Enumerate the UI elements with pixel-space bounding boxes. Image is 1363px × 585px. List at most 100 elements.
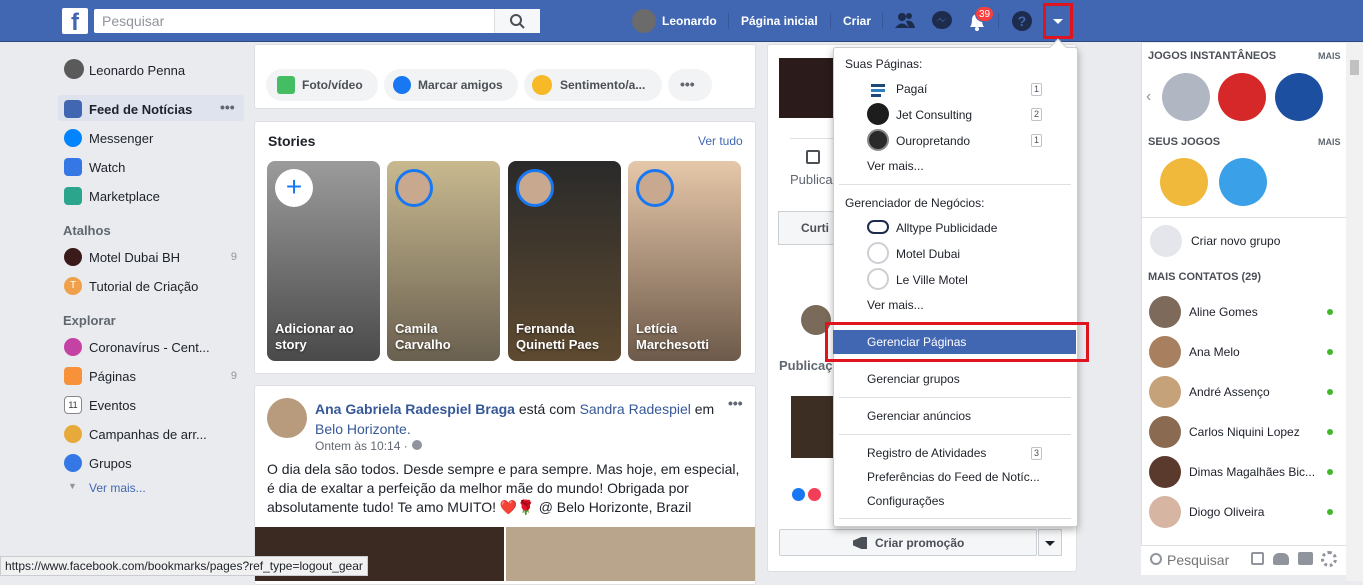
- page-item-ouropretando[interactable]: Ouropretando: [896, 134, 970, 148]
- create-link[interactable]: Criar: [843, 0, 871, 42]
- publication-thumbnail[interactable]: [791, 396, 833, 458]
- scrollbar-thumb[interactable]: [1350, 60, 1359, 75]
- sidebar-item-pages[interactable]: Páginas 9: [60, 362, 245, 388]
- manage-ads-item[interactable]: Gerenciar anúncios: [867, 409, 971, 423]
- instant-games-more-link[interactable]: MAIS: [1318, 51, 1341, 61]
- sidebar-item-count: 9: [230, 370, 237, 382]
- create-group-link[interactable]: Criar novo grupo: [1191, 234, 1280, 248]
- page-notification-count: 1: [1031, 134, 1042, 147]
- audience-friends-icon[interactable]: [412, 440, 422, 450]
- sidebar-item-coronavirus[interactable]: Coronavírus - Cent...: [60, 333, 245, 359]
- megaphone-icon: [853, 537, 867, 549]
- pages-see-more-link[interactable]: Ver mais...: [867, 159, 924, 173]
- business-item-le-ville[interactable]: Le Ville Motel: [896, 273, 968, 287]
- settings-item[interactable]: Configurações: [867, 494, 944, 508]
- user-avatar[interactable]: [632, 9, 656, 33]
- post-place-link[interactable]: Belo Horizonte.: [315, 421, 411, 437]
- post-author-avatar[interactable]: [267, 398, 307, 438]
- like-button[interactable]: Curti: [778, 211, 838, 245]
- gear-icon[interactable]: [1321, 551, 1337, 567]
- photo-video-button[interactable]: Foto/vídeo: [266, 69, 378, 101]
- pool-game-icon[interactable]: [1275, 73, 1323, 121]
- feeling-activity-button[interactable]: Sentimento/a...: [524, 69, 662, 101]
- create-promotion-button[interactable]: Criar promoção: [779, 529, 1037, 556]
- contact-item[interactable]: Diogo Oliveira: [1141, 492, 1346, 532]
- chat-search-input[interactable]: [1167, 550, 1247, 570]
- sidebar-item-label: Tutorial de Criação: [89, 279, 199, 294]
- story-name: Fernanda Quinetti Paes: [516, 321, 600, 352]
- contact-item[interactable]: André Assenço: [1141, 372, 1346, 412]
- composer-more-button[interactable]: •••: [668, 69, 712, 101]
- manage-pages-item[interactable]: Gerenciar Páginas: [867, 335, 966, 349]
- profile-link[interactable]: Leonardo: [662, 0, 717, 42]
- see-all-stories-link[interactable]: Ver tudo: [698, 134, 743, 148]
- story-card[interactable]: Letícia Marchesotti: [628, 161, 741, 361]
- home-link[interactable]: Página inicial: [741, 0, 818, 42]
- sidebar-item-motel-dubai[interactable]: Motel Dubai BH 9: [60, 243, 245, 269]
- new-group-icon[interactable]: [1273, 553, 1289, 565]
- story-card[interactable]: Fernanda Quinetti Paes: [508, 161, 621, 361]
- online-status-dot: [1327, 469, 1333, 475]
- activity-log-item[interactable]: Registro de Atividades: [867, 446, 986, 460]
- post-author-link[interactable]: Ana Gabriela Radespiel Braga: [315, 401, 515, 417]
- sidebar-item-marketplace[interactable]: Marketplace: [60, 182, 245, 208]
- contact-item[interactable]: Aline Gomes: [1141, 292, 1346, 332]
- post-friend-link[interactable]: Sandra Radespiel: [580, 401, 691, 417]
- new-message-icon[interactable]: [1251, 552, 1264, 565]
- story-card[interactable]: Camila Carvalho: [387, 161, 500, 361]
- page-item-pagai[interactable]: Pagaí: [896, 82, 927, 96]
- post-photo[interactable]: [506, 527, 755, 581]
- publish-tab[interactable]: Publica: [790, 172, 833, 187]
- chevron-left-icon[interactable]: ‹: [1146, 88, 1151, 106]
- add-story-card[interactable]: + Adicionar ao story: [267, 161, 380, 361]
- help-icon[interactable]: ?: [1009, 8, 1035, 34]
- sidebar-item-label: Feed de Notícias: [89, 102, 193, 117]
- facebook-logo-icon[interactable]: f: [62, 8, 88, 34]
- post-options-icon[interactable]: •••: [728, 395, 743, 411]
- search-input[interactable]: [94, 9, 540, 33]
- sidebar-item-events[interactable]: 11 Eventos: [60, 391, 245, 417]
- page-item-jet-consulting[interactable]: Jet Consulting: [896, 108, 972, 122]
- sidebar-item-groups[interactable]: Grupos: [60, 449, 245, 475]
- account-menu-button[interactable]: [1043, 3, 1073, 39]
- business-see-more-link[interactable]: Ver mais...: [867, 298, 924, 312]
- profile-link-sidebar[interactable]: Leonardo Penna: [60, 56, 245, 82]
- promotion-options-button[interactable]: [1038, 529, 1062, 556]
- trivia-game-icon[interactable]: [1160, 158, 1208, 206]
- messenger-icon[interactable]: [929, 8, 955, 34]
- news-feed-preferences-item[interactable]: Preferências do Feed de Notíc...: [867, 470, 1040, 484]
- atom-game-icon[interactable]: [1162, 73, 1210, 121]
- business-item-motel-dubai[interactable]: Motel Dubai: [896, 247, 960, 261]
- contact-item[interactable]: Carlos Niquini Lopez: [1141, 412, 1346, 452]
- shortcuts-heading: Atalhos: [63, 223, 111, 238]
- page-cover-image[interactable]: [779, 58, 835, 118]
- see-more-link[interactable]: Ver mais...: [89, 481, 146, 495]
- chick-game-icon[interactable]: [1219, 158, 1267, 206]
- post-timestamp[interactable]: Ontem às 10:14 ·: [315, 439, 408, 453]
- friend-requests-icon[interactable]: [892, 8, 918, 34]
- contact-item[interactable]: Dimas Magalhães Bic...: [1141, 452, 1346, 492]
- profile-name: Leonardo Penna: [89, 63, 186, 78]
- heart-shield-icon: [64, 338, 82, 356]
- your-games-more-link[interactable]: MAIS: [1318, 137, 1341, 147]
- sidebar-item-messenger[interactable]: Messenger: [60, 124, 245, 150]
- more-options-icon[interactable]: •••: [220, 99, 235, 115]
- uno-game-icon[interactable]: [1218, 73, 1266, 121]
- manage-groups-item[interactable]: Gerenciar grupos: [867, 372, 960, 386]
- contact-item[interactable]: Ana Melo: [1141, 332, 1346, 372]
- page-scrollbar[interactable]: [1346, 43, 1363, 581]
- sidebar-item-fundraisers[interactable]: Campanhas de arr...: [60, 420, 245, 446]
- divider: [839, 434, 1071, 435]
- video-call-icon[interactable]: [1298, 552, 1313, 565]
- pagai-logo-icon: [867, 78, 889, 100]
- ouropretando-logo-icon: [867, 129, 889, 151]
- sidebar-item-watch[interactable]: Watch: [60, 153, 245, 179]
- tag-friends-button[interactable]: Marcar amigos: [384, 69, 518, 101]
- business-item-alltype[interactable]: Alltype Publicidade: [896, 221, 997, 235]
- search-icon: [1150, 553, 1162, 565]
- contact-name: André Assenço: [1189, 385, 1270, 399]
- sidebar-item-tutorial[interactable]: T Tutorial de Criação: [60, 272, 245, 298]
- button-label: Foto/vídeo: [302, 78, 363, 92]
- sidebar-item-news-feed[interactable]: Feed de Notícias •••: [60, 95, 245, 121]
- search-button[interactable]: [494, 9, 540, 33]
